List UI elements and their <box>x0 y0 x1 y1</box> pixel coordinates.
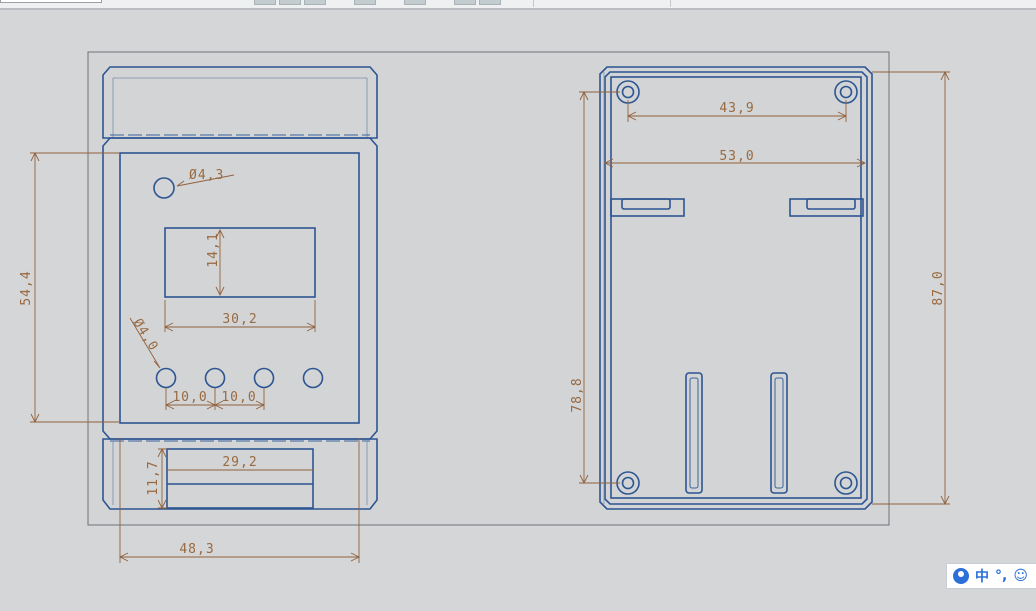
dim-label-terminal-width: 29,2 <box>222 455 257 470</box>
cad-drawing[interactable]: 54,4 Ø4,3 14,1 30,2 Ø4,0 10,0 10,0 11,7 … <box>0 0 1036 611</box>
ime-toolbar[interactable]: 中 °, ☺ <box>946 563 1036 589</box>
dim-label-window-width: 30,2 <box>222 312 257 327</box>
ime-mode-toggle[interactable]: 中 <box>975 566 989 586</box>
dim-label-window-height: 14,1 <box>206 232 221 267</box>
dim-label-back-inner-width: 53,0 <box>719 149 754 164</box>
ime-emoji-icon[interactable]: ☺ <box>1013 568 1028 584</box>
dim-label-hole-diameter: Ø4,3 <box>189 168 224 183</box>
drawing-sheet-frame <box>87 51 890 526</box>
dim-label-front-height: 54,4 <box>19 270 34 305</box>
dim-label-terminal-height: 11,7 <box>146 460 161 495</box>
dim-label-back-height: 87,0 <box>931 270 946 305</box>
ime-punctuation-toggle[interactable]: °, <box>995 568 1007 584</box>
dim-label-button-pitch-1: 10,0 <box>172 390 207 405</box>
dim-label-hole-pitch-x: 43,9 <box>719 101 754 116</box>
dim-label-button-pitch-2: 10,0 <box>221 390 256 405</box>
dim-label-hole-pitch-y: 78,8 <box>570 377 585 412</box>
dim-label-front-width: 48,3 <box>179 542 214 557</box>
ime-logo-icon[interactable] <box>953 568 969 584</box>
